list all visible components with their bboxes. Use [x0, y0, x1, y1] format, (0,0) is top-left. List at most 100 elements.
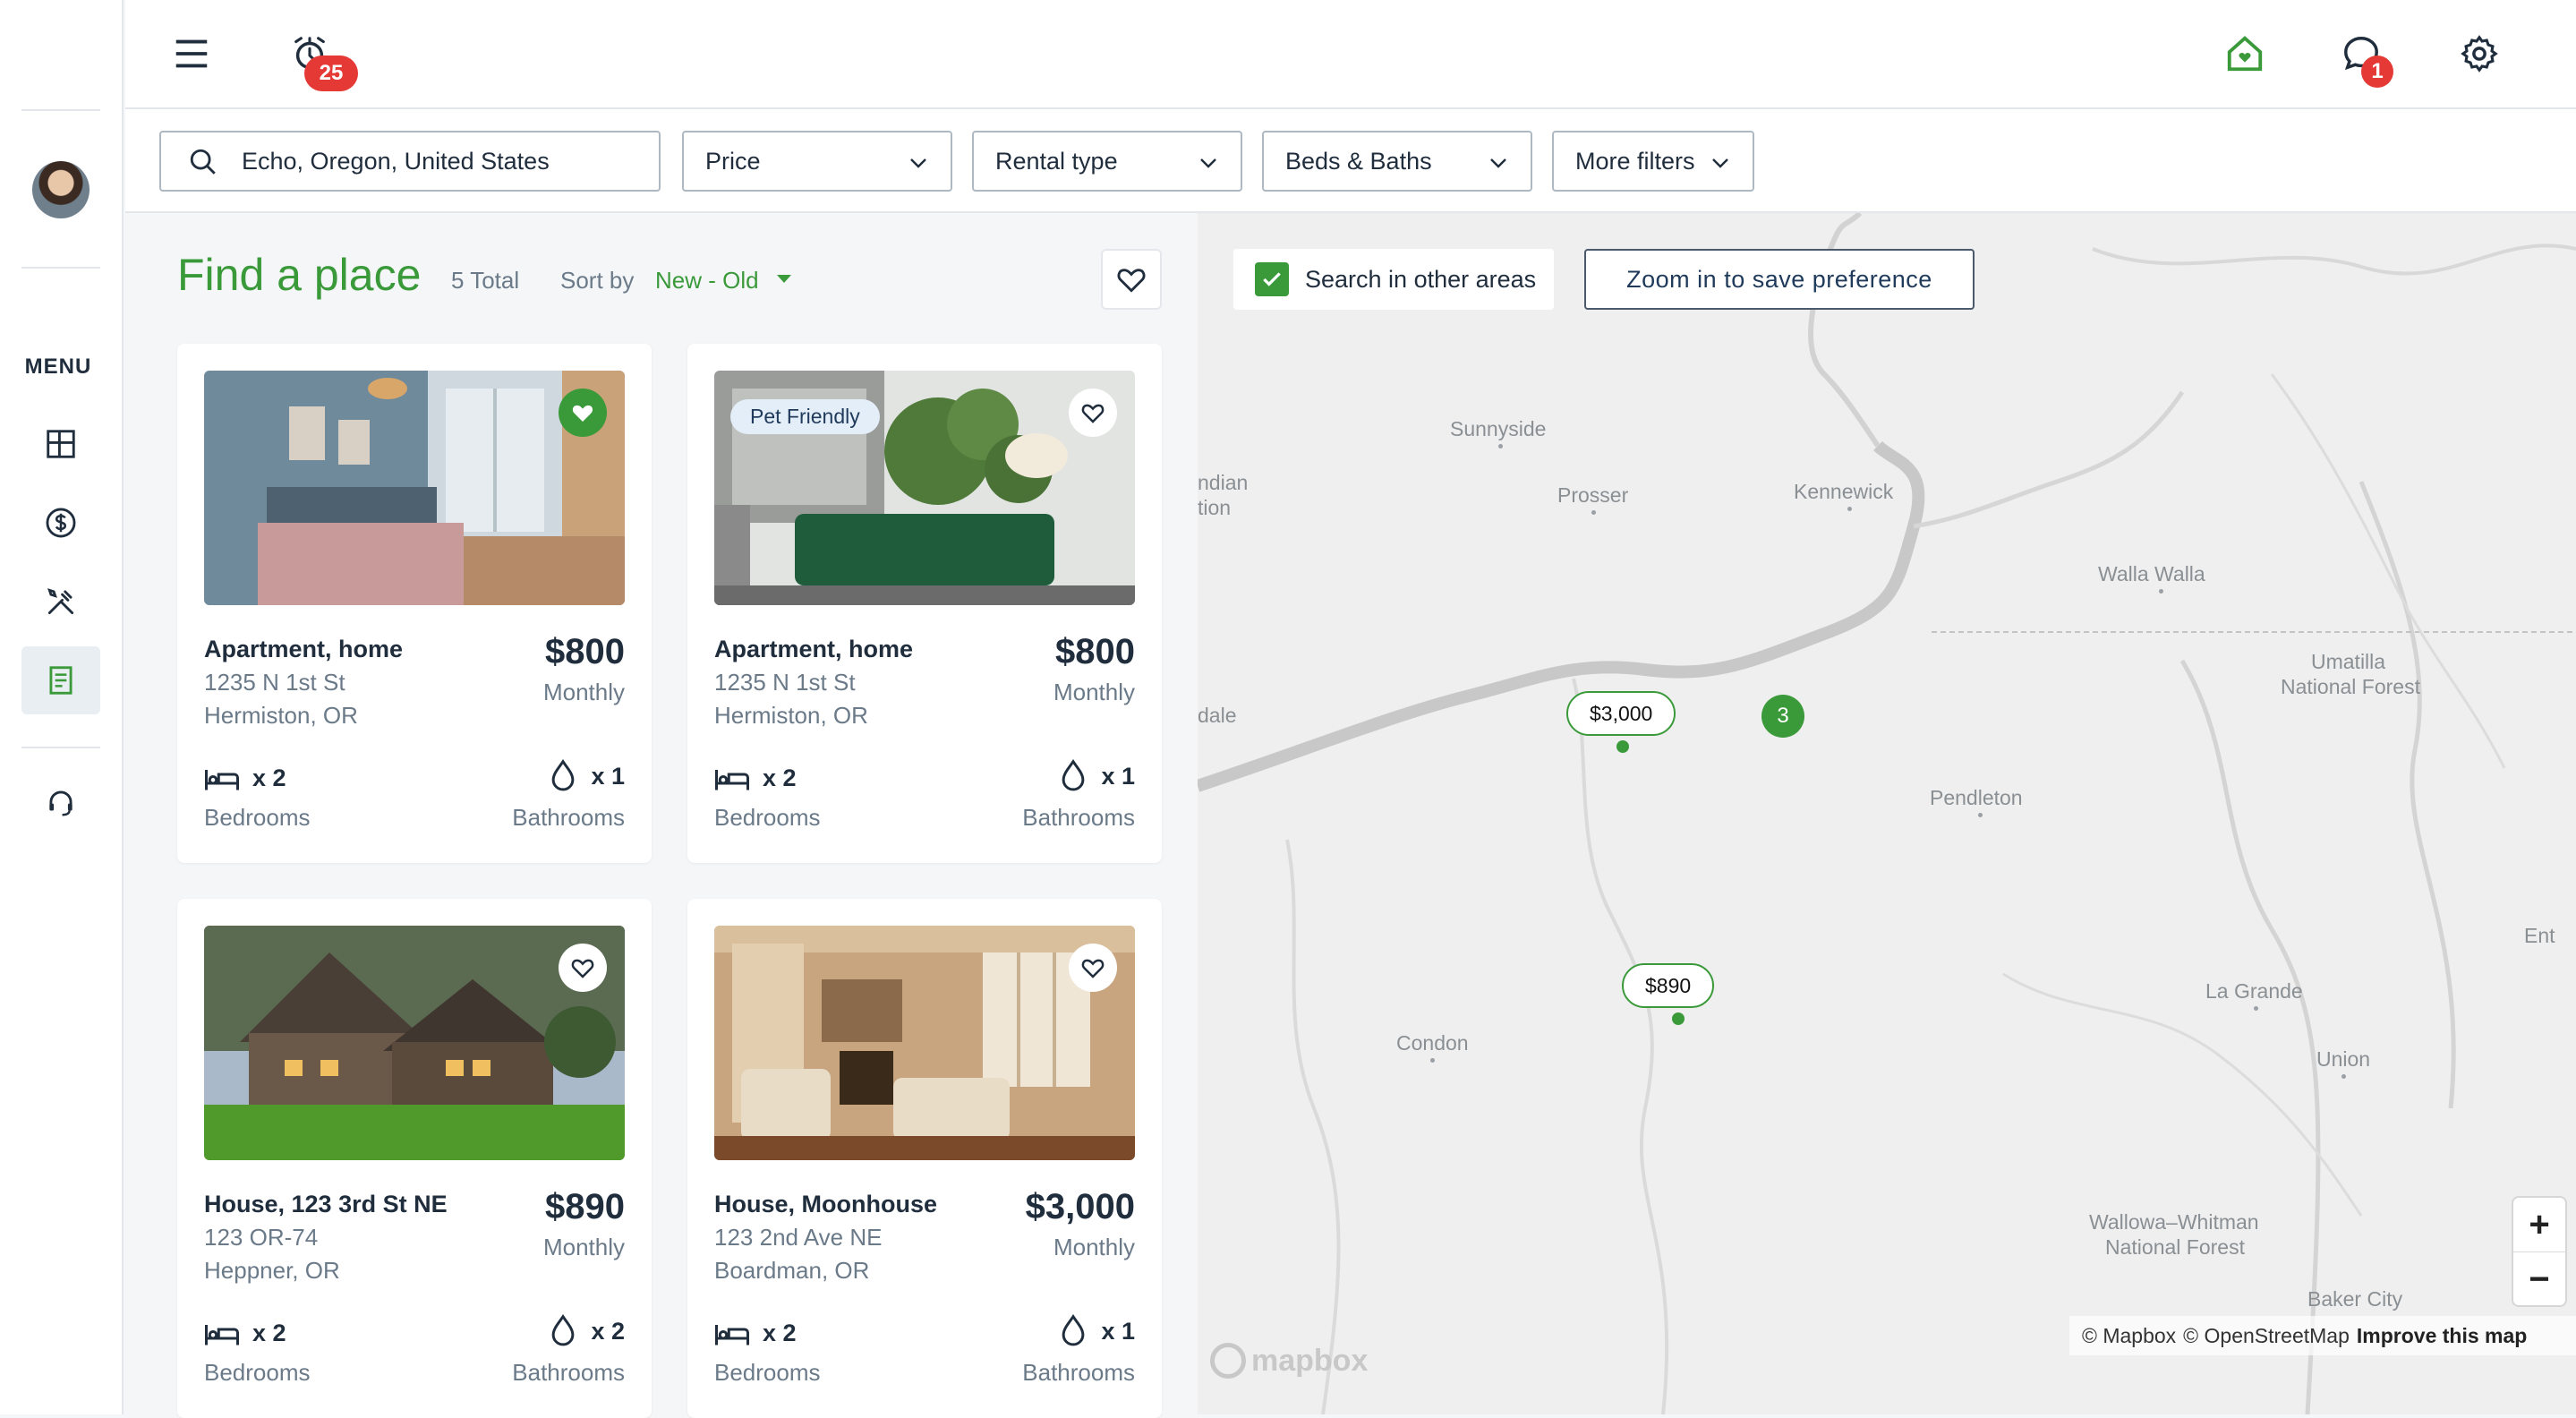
attribution-mapbox-link[interactable]: © Mapbox [2082, 1324, 2176, 1348]
filter-bar: Echo, Oregon, United States Price Rental… [125, 109, 2576, 213]
bedrooms-info: x 2 [714, 765, 797, 792]
location-search-input[interactable]: Echo, Oregon, United States [159, 131, 661, 192]
caret-down-icon[interactable] [777, 275, 791, 283]
more-filters-dropdown[interactable]: More filters [1552, 131, 1754, 192]
favorite-button[interactable] [559, 944, 607, 992]
sidebar-item-maintenance[interactable] [21, 568, 100, 636]
home-button[interactable] [2218, 27, 2272, 81]
sort-dropdown[interactable]: New - Old [655, 267, 759, 295]
listing-address-line1: 123 OR-74 [204, 1224, 319, 1251]
gear-icon [2461, 35, 2498, 73]
listing-period: Monthly [1053, 679, 1135, 705]
listing-address-line1: 1235 N 1st St [714, 669, 856, 696]
sidebar-item-support[interactable] [21, 768, 100, 836]
zoom-save-preference-button[interactable]: Zoom in to save preference [1584, 249, 1975, 310]
sidebar-divider [21, 747, 100, 748]
bedrooms-count: x 2 [252, 765, 286, 791]
map-place-label: Wallowa–Whitman [2089, 1210, 2259, 1234]
bedrooms-count: x 2 [763, 765, 797, 791]
improve-map-link[interactable]: Improve this map [2357, 1324, 2527, 1348]
pet-friendly-badge: Pet Friendly [730, 399, 880, 434]
zoom-in-button[interactable]: + [2513, 1198, 2565, 1251]
listing-photo[interactable] [714, 926, 1135, 1160]
bedrooms-info: x 2 [714, 1320, 797, 1347]
map-place-label: Umatilla [2311, 650, 2386, 673]
sidebar-item-dashboard[interactable] [21, 410, 100, 478]
dashboard-icon [47, 430, 75, 458]
map-place-dot [1498, 444, 1503, 448]
listing-card[interactable]: House, 123 3rd St NE 123 OR-74 Heppner, … [177, 899, 652, 1418]
chevron-down-icon [1712, 158, 1728, 168]
favorite-button[interactable] [559, 389, 607, 437]
mapbox-logo-icon [1210, 1343, 1246, 1379]
mapbox-logo-text: mapbox [1251, 1343, 1369, 1378]
alarm-notifications-button[interactable]: 25 [283, 27, 358, 91]
listings-panel: Find a place 5 Total Sort by New - Old A… [125, 213, 1198, 1418]
listing-card[interactable]: House, Moonhouse 123 2nd Ave NE Boardman… [687, 899, 1162, 1418]
listing-address-line1: 1235 N 1st St [204, 669, 345, 696]
bathrooms-label: Bathrooms [512, 804, 625, 831]
total-count: 5 Total [451, 267, 520, 294]
zoom-control: + − [2513, 1198, 2565, 1305]
tools-icon [47, 588, 74, 615]
map-place-label: Sunnyside [1450, 417, 1547, 440]
listing-photo[interactable] [204, 926, 625, 1160]
price-dropdown-label: Price [705, 147, 761, 175]
favorite-button[interactable] [1069, 389, 1117, 437]
map-place-dot [1847, 507, 1852, 511]
listing-title: House, 123 3rd St NE [204, 1191, 448, 1217]
heart-icon [1081, 959, 1105, 978]
sidebar-item-payments[interactable] [21, 489, 100, 557]
map-place-label: National Forest [2281, 675, 2420, 698]
favorite-button[interactable] [1069, 944, 1117, 992]
bathrooms-label: Bathrooms [512, 1359, 625, 1386]
price-marker[interactable]: $3,000 [1566, 691, 1676, 736]
chevron-down-icon [910, 158, 926, 168]
price-marker[interactable]: $890 [1622, 963, 1715, 1008]
map-place-dot [1430, 1058, 1435, 1063]
listing-period: Monthly [1053, 1234, 1135, 1260]
messages-button[interactable]: 1 [2334, 27, 2393, 88]
bathrooms-info: x 1 [1058, 1314, 1135, 1348]
listing-card[interactable]: Apartment, home 1235 N 1st St Hermiston,… [177, 344, 652, 863]
map-place-label: Baker City [2307, 1287, 2403, 1311]
bathrooms-count: x 1 [1101, 762, 1135, 790]
water-drop-icon [552, 759, 575, 791]
map-place-label: Condon [1396, 1031, 1469, 1055]
settings-button[interactable] [2452, 27, 2506, 81]
bedrooms-label: Bedrooms [204, 1359, 311, 1386]
marker-pin-dot [1616, 740, 1629, 753]
saved-favorites-button[interactable] [1101, 249, 1162, 310]
map-place-dot [2254, 1006, 2258, 1011]
sidebar-divider [21, 109, 100, 111]
bathrooms-count: x 1 [591, 762, 625, 790]
map-place-label: La Grande [2205, 979, 2303, 1003]
price-dropdown[interactable]: Price [682, 131, 952, 192]
mapbox-logo[interactable]: mapbox [1210, 1343, 1368, 1379]
beds-baths-dropdown[interactable]: Beds & Baths [1262, 131, 1532, 192]
heart-icon [571, 959, 594, 978]
listing-photo[interactable]: Pet Friendly [714, 371, 1135, 605]
bathrooms-info: x 1 [548, 759, 625, 793]
attribution-osm-link[interactable]: © OpenStreetMap [2183, 1324, 2350, 1348]
map[interactable]: Search in other areas Zoom in to save pr… [1198, 213, 2576, 1414]
water-drop-icon [552, 1314, 575, 1346]
bedrooms-label: Bedrooms [714, 804, 821, 831]
sidebar: MENU [0, 0, 124, 1414]
bedrooms-info: x 2 [204, 1320, 286, 1347]
listing-photo[interactable] [204, 371, 625, 605]
sidebar-item-listings[interactable] [21, 646, 100, 714]
bedrooms-count: x 2 [763, 1320, 797, 1346]
rental-type-dropdown[interactable]: Rental type [972, 131, 1242, 192]
zoom-out-button[interactable]: − [2513, 1252, 2565, 1306]
beds-baths-dropdown-label: Beds & Baths [1285, 147, 1432, 175]
search-other-areas-toggle[interactable]: Search in other areas [1233, 249, 1555, 310]
bedrooms-info: x 2 [204, 765, 286, 792]
avatar[interactable] [32, 161, 90, 218]
bed-icon [715, 769, 749, 790]
checkbox-checked[interactable] [1255, 262, 1289, 296]
listing-card[interactable]: Pet Friendly Apartment, home 1235 N 1st … [687, 344, 1162, 863]
hamburger-menu-button[interactable] [165, 27, 218, 81]
cluster-marker[interactable]: 3 [1761, 695, 1804, 738]
search-icon [190, 149, 216, 175]
